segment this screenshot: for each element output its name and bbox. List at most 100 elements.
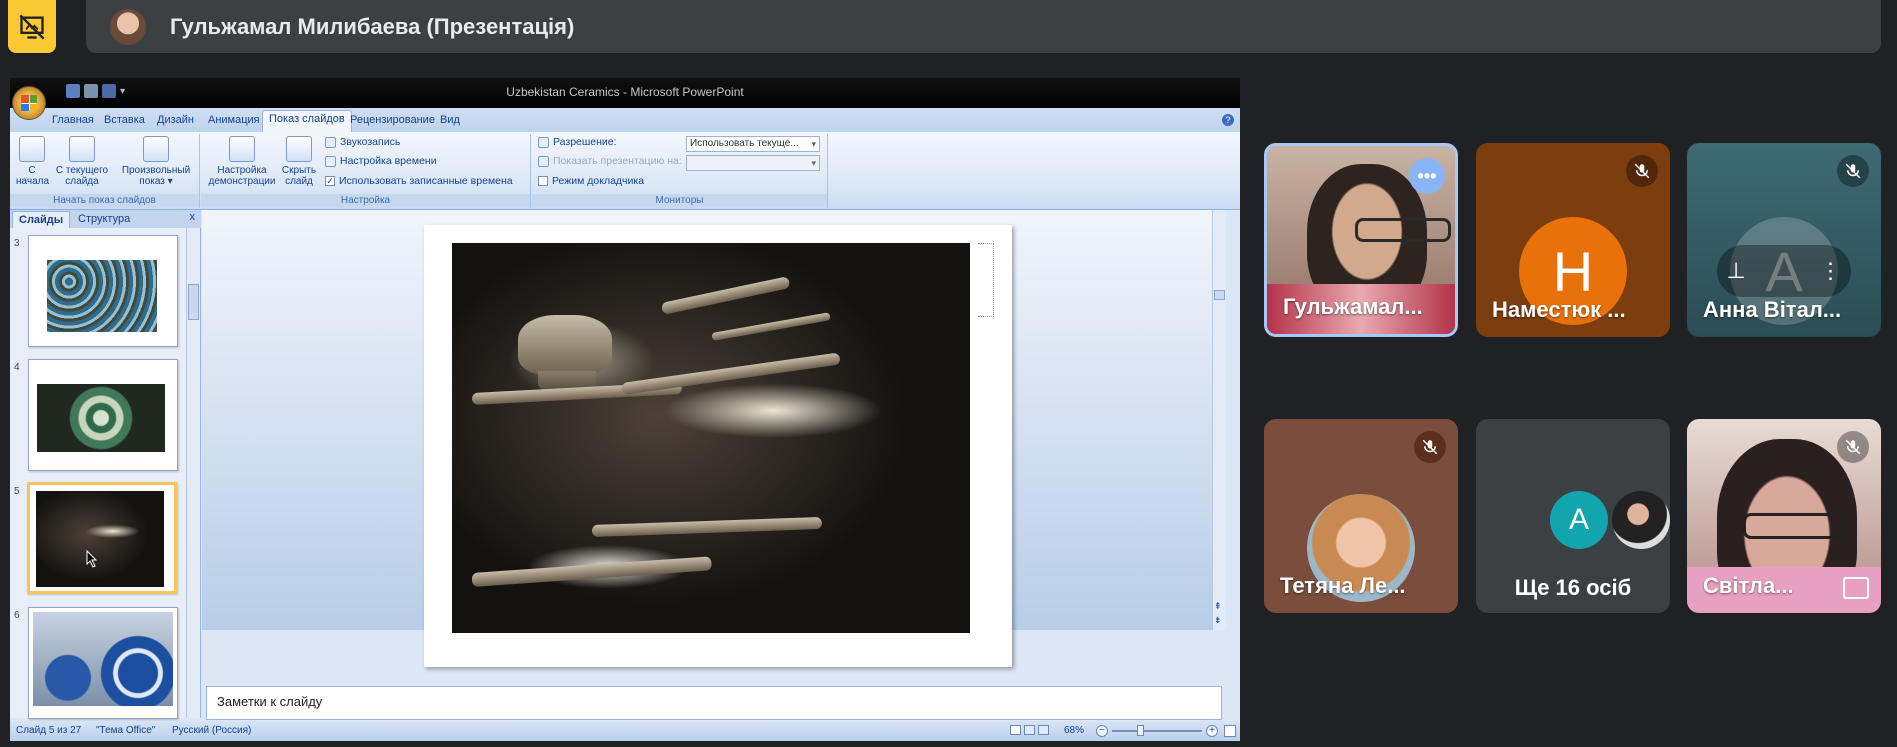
- participant-tile[interactable]: Тетяна Ле...: [1264, 419, 1458, 613]
- wooden-plank: [660, 276, 791, 315]
- window-titlebar: ▾ Uzbekistan Ceramics - Microsoft PowerP…: [10, 78, 1240, 108]
- presenter-title: Гульжамал Милибаева (Презентація): [170, 13, 575, 39]
- scrollbar[interactable]: [186, 228, 200, 718]
- tab-animation[interactable]: Анимация: [202, 112, 266, 128]
- show-on-dropdown[interactable]: [686, 155, 820, 171]
- scrollbar[interactable]: ⇞ ⇟: [1212, 210, 1226, 630]
- slide-counter: Слайд 5 из 27: [16, 725, 82, 736]
- office-button[interactable]: [12, 86, 46, 120]
- presentation-off-icon: [19, 14, 45, 39]
- participant-tile[interactable]: A ⊥ ⋮ Анна Вітал...: [1687, 143, 1881, 337]
- custom-show-icon: [143, 136, 169, 162]
- zoom-out-icon[interactable]: −: [1096, 725, 1108, 737]
- slide-thumbnail[interactable]: [28, 235, 178, 347]
- sorter-view-icon[interactable]: [1024, 725, 1035, 735]
- office-logo-icon: [21, 95, 37, 111]
- wooden-plank: [591, 516, 823, 537]
- resolution-dropdown[interactable]: Использовать текуще...: [686, 136, 820, 152]
- close-icon[interactable]: x: [190, 211, 196, 223]
- tab-insert[interactable]: Вставка: [98, 112, 151, 128]
- tab-slides[interactable]: Слайды: [12, 211, 71, 228]
- slide-number: 6: [14, 610, 20, 621]
- tab-design[interactable]: Дизайн: [151, 112, 200, 128]
- wooden-plank: [471, 556, 712, 587]
- setup-show-button[interactable]: Настройка демонстрации: [205, 136, 279, 187]
- hide-slide-icon: [286, 136, 312, 162]
- notes-field[interactable]: Заметки к слайду: [206, 686, 1222, 720]
- participant-tile[interactable]: Н Наместюк ...: [1476, 143, 1670, 337]
- play-current-icon: [69, 136, 95, 162]
- status-bar: Слайд 5 из 27 "Тема Office" Русский (Рос…: [10, 721, 1240, 741]
- group-start-slideshow: С начала С текущего слайда Произвольный …: [10, 134, 200, 208]
- overflow-tile[interactable]: A Ще 16 осіб: [1476, 419, 1670, 613]
- zoom-level[interactable]: 68%: [1064, 725, 1084, 736]
- wooden-plank: [621, 352, 841, 395]
- pane-tabs: Слайды Структура x: [10, 210, 201, 228]
- from-current-button[interactable]: С текущего слайда: [54, 136, 110, 187]
- language-indicator[interactable]: Русский (Россия): [172, 725, 251, 736]
- help-icon[interactable]: ?: [1222, 114, 1234, 126]
- more-options-icon[interactable]: ⋮: [1820, 258, 1842, 284]
- custom-show-button[interactable]: Произвольный показ ▾: [116, 136, 196, 187]
- mic-off-icon: [1626, 155, 1658, 187]
- clock-icon: [325, 155, 336, 167]
- group-monitors: Разрешение: Использовать текуще... Показ…: [532, 134, 828, 208]
- participant-name: Наместюк ...: [1492, 297, 1626, 322]
- pottery-wheel-photo: [452, 243, 970, 633]
- tab-home[interactable]: Главная: [46, 112, 100, 128]
- participant-tile[interactable]: ••• Гульжамал...: [1264, 143, 1458, 337]
- group-label: Начать показ слайдов: [10, 194, 199, 207]
- stop-presenting-button[interactable]: [8, 0, 56, 53]
- monitor-icon: [538, 155, 549, 167]
- participant-name: Анна Вітал...: [1703, 297, 1842, 322]
- record-audio-button[interactable]: Звукозапись: [325, 136, 400, 148]
- zoom-slider-thumb[interactable]: [1137, 725, 1144, 736]
- play-icon: [19, 136, 45, 162]
- fit-window-icon[interactable]: [1224, 725, 1236, 737]
- tab-view[interactable]: Вид: [434, 112, 466, 128]
- plate-image: [37, 384, 165, 452]
- hide-slide-button[interactable]: Скрыть слайд: [279, 136, 319, 187]
- shared-screen: ▾ Uzbekistan Ceramics - Microsoft PowerP…: [10, 78, 1240, 741]
- scroll-thumb[interactable]: [1214, 290, 1225, 300]
- ribbon-tabs: Главная Вставка Дизайн Анимация Показ сл…: [10, 108, 1240, 132]
- normal-view-icon[interactable]: [1010, 725, 1021, 735]
- monitor-icon: [538, 136, 549, 148]
- show-on-row: Показать презентацию на:: [538, 155, 682, 167]
- presenter-view-checkbox[interactable]: Режим докладчика: [538, 175, 644, 187]
- theme-name: "Тема Office": [96, 725, 156, 736]
- participant-name: Світла...: [1703, 573, 1794, 598]
- tab-slideshow[interactable]: Показ слайдов: [262, 110, 352, 132]
- tab-outline[interactable]: Структура: [72, 211, 136, 228]
- clay-pot: [518, 315, 612, 375]
- participant-tile[interactable]: Світла...: [1687, 419, 1881, 613]
- prev-slide-icon[interactable]: ⇞: [1214, 601, 1222, 612]
- picture-in-picture-icon[interactable]: [1843, 577, 1869, 599]
- group-setup: Настройка демонстрации Скрыть слайд Звук…: [201, 134, 531, 208]
- use-timings-checkbox[interactable]: ✓ Использовать записанные времена: [325, 175, 513, 187]
- mic-off-icon: [1414, 431, 1446, 463]
- slide-number: 4: [14, 362, 20, 373]
- more-options-icon[interactable]: •••: [1409, 158, 1445, 194]
- blue-ceramics-image: [33, 612, 173, 706]
- next-slide-icon[interactable]: ⇟: [1214, 615, 1222, 626]
- slide-thumbnail[interactable]: [28, 359, 178, 471]
- tab-review[interactable]: Рецензирование: [344, 112, 441, 128]
- slide-number: 3: [14, 238, 20, 249]
- participant-name: Тетяна Ле...: [1280, 573, 1406, 598]
- scroll-thumb[interactable]: [188, 284, 199, 320]
- current-slide[interactable]: [424, 225, 1012, 667]
- zoom-slider[interactable]: [1112, 730, 1202, 732]
- rehearse-timings-button[interactable]: Настройка времени: [325, 155, 437, 167]
- resolution-row: Разрешение:: [538, 136, 693, 148]
- slideshow-view-icon[interactable]: [1038, 725, 1049, 735]
- mic-off-icon: [1837, 431, 1869, 463]
- text-placeholder: [978, 243, 994, 317]
- from-start-button[interactable]: С начала: [16, 136, 49, 187]
- zoom-in-icon[interactable]: +: [1206, 725, 1218, 737]
- slide-thumbnail-selected[interactable]: [27, 482, 177, 594]
- pin-icon[interactable]: ⊥: [1726, 258, 1745, 284]
- slide-thumbnail[interactable]: [28, 607, 178, 719]
- avatar: A: [1550, 491, 1608, 549]
- tile-hover-controls: ⊥ ⋮: [1717, 245, 1851, 297]
